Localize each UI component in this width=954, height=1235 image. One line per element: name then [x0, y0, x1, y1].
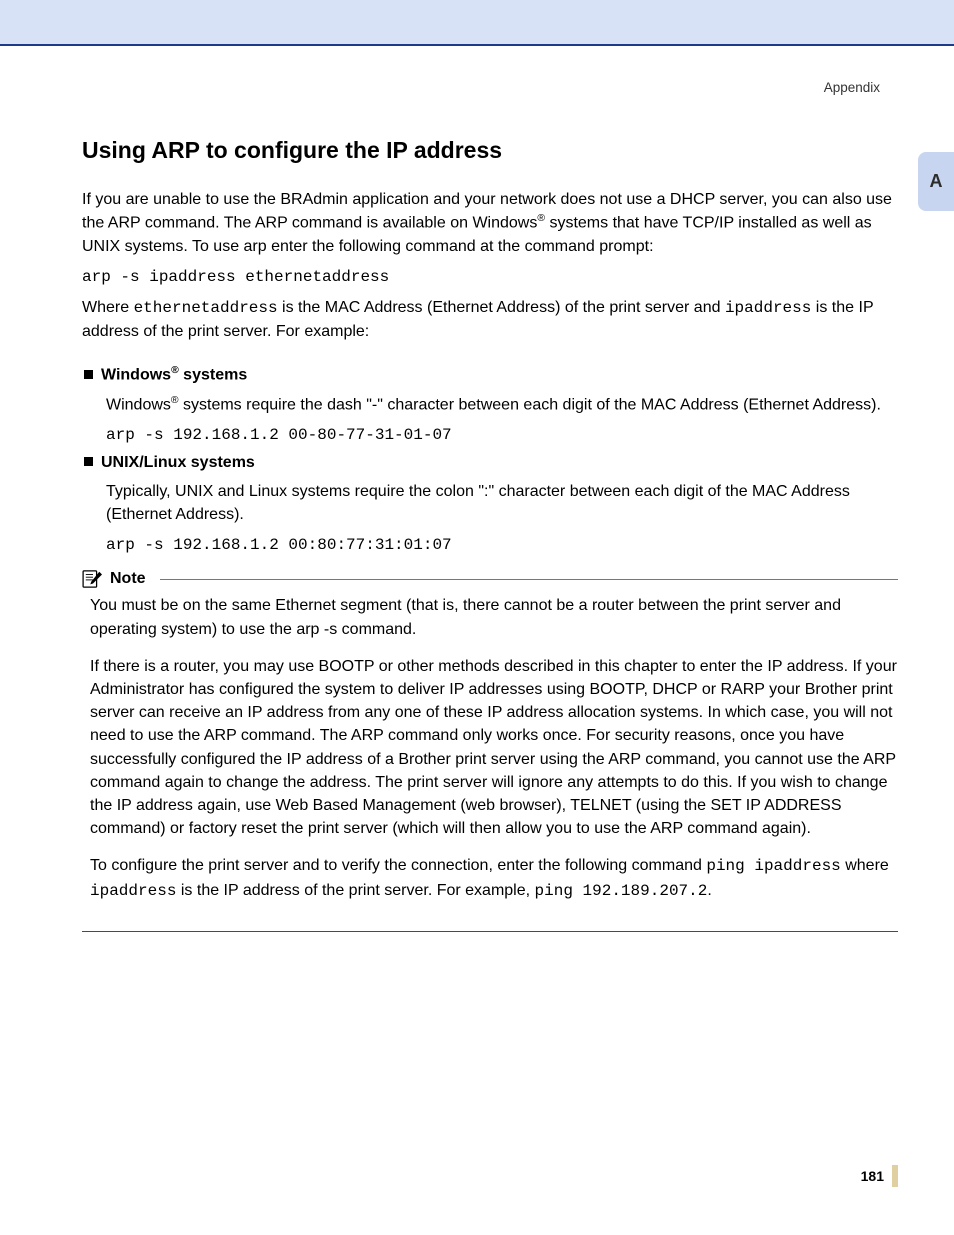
appendix-tab: A [918, 152, 954, 211]
note-body: You must be on the same Ethernet segment… [82, 594, 898, 931]
note-paragraph-1: You must be on the same Ethernet segment… [90, 594, 898, 640]
intro-paragraph-1: If you are unable to use the BRAdmin app… [82, 188, 898, 258]
windows-body: Windows® systems require the dash "-" ch… [106, 393, 898, 417]
code-ping-ipaddress: ping ipaddress [706, 857, 840, 875]
page-title: Using ARP to configure the IP address [82, 137, 898, 164]
code-ping-example: ping 192.189.207.2 [535, 882, 708, 900]
text: Windows [101, 367, 171, 384]
note-block: Note You must be on the same Ethernet se… [82, 570, 898, 931]
command-arp-generic: arp -s ipaddress ethernetaddress [82, 268, 898, 286]
code-ipaddress: ipaddress [90, 882, 176, 900]
intro-paragraph-2: Where ethernetaddress is the MAC Address… [82, 296, 898, 343]
command-arp-windows: arp -s 192.168.1.2 00-80-77-31-01-07 [106, 426, 898, 444]
text: systems require the dash "-" character b… [179, 396, 881, 413]
page-footer: 181 [861, 1165, 898, 1187]
note-paragraph-2: If there is a router, you may use BOOTP … [90, 655, 898, 841]
text: . [707, 882, 711, 899]
page-content: Appendix A Using ARP to configure the IP… [0, 46, 954, 1235]
bullet-unix-heading: UNIX/Linux systems [84, 454, 898, 472]
note-pencil-icon [82, 570, 104, 588]
note-label: Note [110, 570, 146, 588]
breadcrumb: Appendix [82, 80, 898, 95]
text: systems [179, 367, 248, 384]
page-number: 181 [861, 1168, 884, 1184]
text: where [841, 857, 889, 874]
text: Windows [106, 396, 171, 413]
text: UNIX/Linux systems [101, 454, 255, 471]
text: is the MAC Address (Ethernet Address) of… [278, 299, 725, 316]
bullet-square-icon [84, 457, 93, 466]
unix-body: Typically, UNIX and Linux systems requir… [106, 480, 898, 526]
note-divider [160, 579, 898, 580]
command-arp-unix: arp -s 192.168.1.2 00:80:77:31:01:07 [106, 536, 898, 554]
code-ipaddress: ipaddress [725, 299, 811, 317]
top-banner [0, 0, 954, 46]
registered-mark: ® [537, 213, 545, 224]
note-paragraph-3: To configure the print server and to ver… [90, 854, 898, 902]
registered-mark: ® [171, 395, 179, 406]
text: is the IP address of the print server. F… [176, 882, 534, 899]
page-number-bar [892, 1165, 898, 1187]
text: Where [82, 299, 134, 316]
code-ethernetaddress: ethernetaddress [134, 299, 278, 317]
bullet-square-icon [84, 370, 93, 379]
text: To configure the print server and to ver… [90, 857, 706, 874]
registered-mark: ® [171, 365, 179, 376]
bullet-windows-heading: Windows® systems [84, 365, 898, 384]
note-header: Note [82, 570, 898, 588]
